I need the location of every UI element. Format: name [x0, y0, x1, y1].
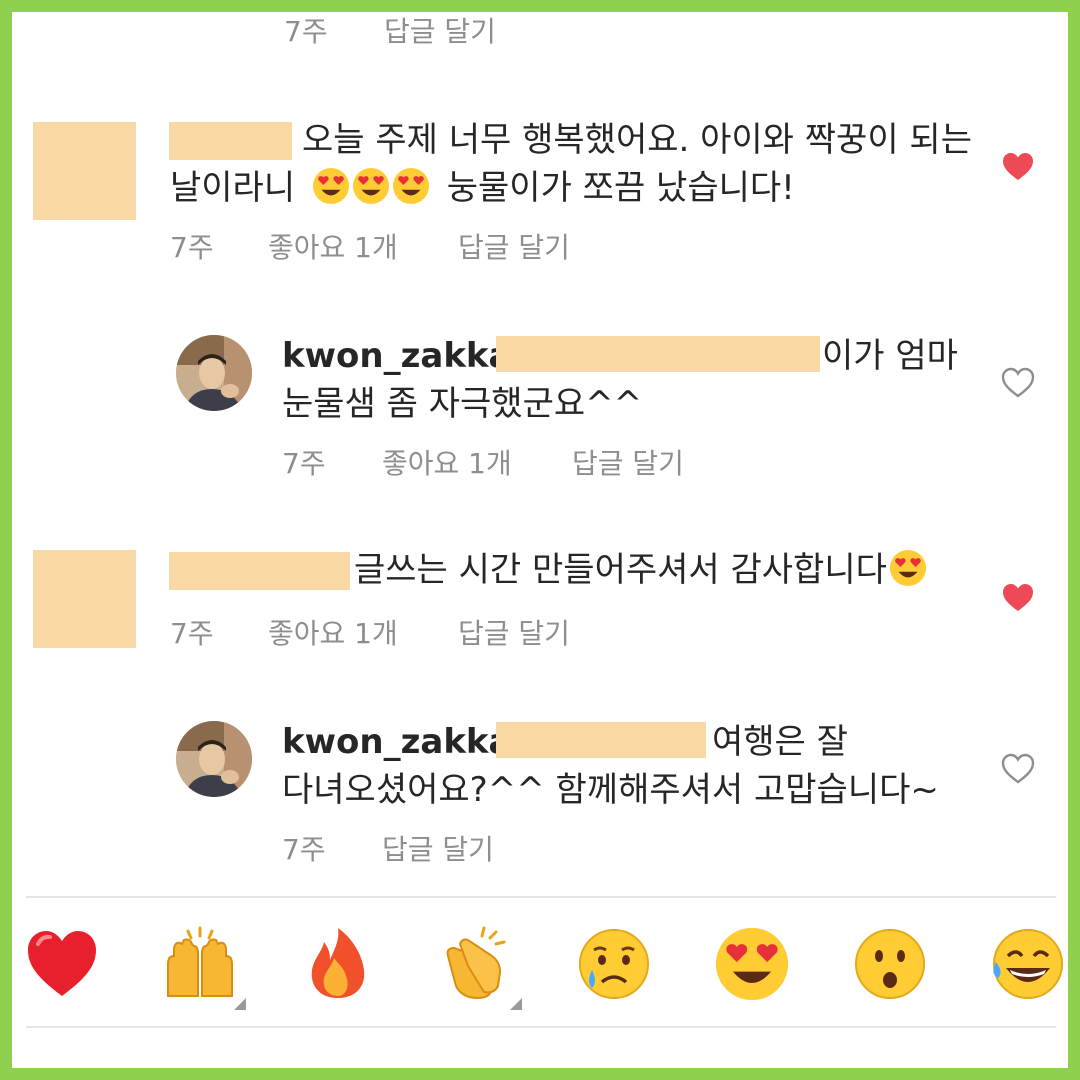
likes-count[interactable]: 좋아요 1개	[382, 442, 512, 482]
like-heart-outline-icon[interactable]	[1001, 367, 1035, 399]
comment-text: 글쓰는 시간 만들어주셔서 감사합니다	[354, 546, 927, 594]
redacted-text	[496, 336, 820, 372]
reply-text-line2: 눈물샘 좀 자극했군요^^	[282, 384, 643, 424]
reply-button[interactable]: 답글 달기	[572, 442, 684, 482]
red-heart-icon[interactable]	[24, 926, 100, 1002]
comment-text-line2-start: 날이라니	[170, 168, 296, 208]
liked-heart-icon[interactable]	[1001, 582, 1035, 614]
comment-time: 7주	[282, 447, 326, 480]
clapping-hands-icon[interactable]	[438, 926, 514, 1002]
surprised-face-icon[interactable]	[852, 926, 928, 1002]
like-heart-outline-icon[interactable]	[1001, 753, 1035, 785]
divider	[26, 896, 1056, 898]
reply-text-line1: 여행은 잘	[712, 722, 848, 762]
likes-count[interactable]: 좋아요 1개	[268, 226, 398, 266]
heart-eyes-emoji-icon	[352, 167, 390, 205]
comment-text-body: 글쓰는 시간 만들어주셔서 감사합니다	[354, 550, 887, 590]
comment-time: 7주	[284, 15, 328, 48]
redacted-avatar	[33, 550, 136, 648]
tears-of-joy-face-icon[interactable]	[990, 926, 1066, 1002]
reply-text-line1: 이가 엄마	[822, 336, 958, 376]
variant-indicator-icon	[510, 998, 522, 1010]
reply-button[interactable]: 답글 달기	[382, 828, 494, 868]
comment-time: 7주	[170, 231, 214, 264]
comment-time: 7주	[170, 617, 214, 650]
comments-screen: 7주 답글 달기 오늘 주제 너무 행복했어요. 아이와 짝꿍이 되는 날이라니…	[12, 12, 1068, 1068]
reply-text-line2: 다녀오셨어요?^^ 함께해주셔서 고맙습니다~	[282, 770, 939, 810]
comment-text-line2: 날이라니 눙물이가 쪼끔 났습니다!	[170, 164, 795, 212]
crying-face-icon[interactable]	[576, 926, 652, 1002]
likes-count[interactable]: 좋아요 1개	[268, 612, 398, 652]
divider	[26, 1026, 1056, 1028]
redacted-text	[496, 722, 706, 758]
fire-icon[interactable]	[300, 926, 376, 1002]
raising-hands-icon[interactable]	[162, 926, 238, 1002]
variant-indicator-icon	[234, 998, 246, 1010]
reply-button[interactable]: 답글 달기	[384, 12, 496, 50]
comment-text-line1: 오늘 주제 너무 행복했어요. 아이와 짝꿍이 되는	[302, 120, 972, 160]
heart-eyes-emoji-icon	[312, 167, 350, 205]
redacted-username	[169, 122, 292, 160]
reply-button[interactable]: 답글 달기	[458, 612, 570, 652]
comment-text-line2-end: 눙물이가 쪼끔 났습니다!	[446, 168, 795, 208]
reply-username[interactable]: kwon_zakka	[282, 718, 511, 766]
heart-eyes-face-icon[interactable]	[714, 926, 790, 1002]
redacted-username	[169, 552, 350, 590]
reply-username[interactable]: kwon_zakka	[282, 332, 511, 380]
avatar[interactable]	[176, 335, 252, 411]
avatar-photo	[176, 335, 252, 411]
avatar-photo	[176, 721, 252, 797]
reply-button[interactable]: 답글 달기	[458, 226, 570, 266]
comment-time: 7주	[282, 833, 326, 866]
liked-heart-icon[interactable]	[1001, 151, 1035, 183]
heart-eyes-emoji-icon	[889, 549, 927, 587]
avatar[interactable]	[176, 721, 252, 797]
redacted-avatar	[33, 122, 136, 220]
heart-eyes-emoji-icon	[392, 167, 430, 205]
